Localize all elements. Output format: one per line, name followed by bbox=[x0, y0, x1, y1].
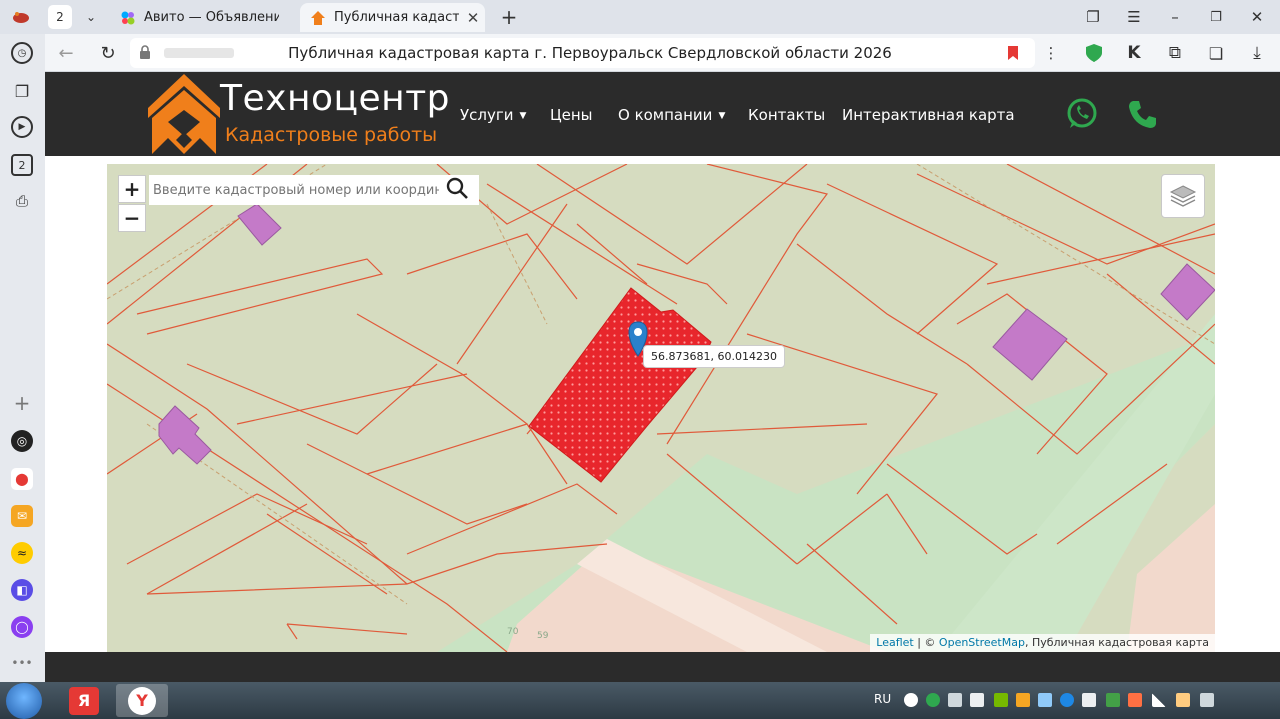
yandex-ya-icon: Я bbox=[69, 686, 99, 715]
language-indicator[interactable]: RU bbox=[874, 692, 891, 706]
screenshot-icon[interactable]: ⎙ bbox=[11, 190, 33, 212]
restore-icon[interactable]: ❐ bbox=[1203, 4, 1229, 30]
tab-cadastral-map[interactable]: Публичная кадастрова ✕ bbox=[300, 3, 485, 32]
network-signal-icon[interactable] bbox=[1152, 693, 1166, 707]
messenger-icon[interactable]: ◧ bbox=[11, 579, 33, 601]
coordinates-tooltip: 56.873681, 60.014230 bbox=[643, 345, 785, 368]
nav-services[interactable]: Услуги ▼ bbox=[460, 106, 526, 124]
tray-shield-icon[interactable] bbox=[926, 693, 940, 707]
avito-favicon-icon bbox=[120, 10, 136, 26]
tab-counter-button[interactable]: 2 bbox=[48, 5, 72, 29]
new-tab-button[interactable]: + bbox=[496, 4, 522, 30]
browser-sidebar: ◷ ❐ ▶ 2 ⎙ + ◎ ⬤ ✉ ≈ ◧ ◯ ••• bbox=[0, 34, 45, 682]
tray-keyboard-icon[interactable] bbox=[1038, 693, 1052, 707]
caret-down-icon: ▼ bbox=[519, 111, 527, 121]
tray-monitor-icon[interactable] bbox=[948, 693, 962, 707]
collections-icon[interactable]: ❏ bbox=[1203, 40, 1229, 66]
add-panel-icon[interactable]: + bbox=[11, 391, 33, 415]
logo-title[interactable]: Техноцентр bbox=[220, 78, 450, 119]
download-icon[interactable]: ⤓ bbox=[1244, 40, 1270, 66]
page-title-in-address: Публичная кадастровая карта г. Первоурал… bbox=[288, 44, 892, 62]
browser-menu-icon[interactable] bbox=[8, 4, 34, 30]
more-options-icon[interactable]: ⋮ bbox=[1038, 40, 1064, 66]
start-button-icon[interactable] bbox=[6, 683, 42, 719]
whatsapp-icon[interactable] bbox=[1066, 98, 1098, 134]
nav-prices[interactable]: Цены bbox=[550, 106, 593, 124]
reload-icon[interactable]: ↻ bbox=[95, 40, 121, 66]
cadastral-search-input[interactable] bbox=[149, 177, 439, 203]
tab-title: Публичная кадастрова bbox=[334, 10, 459, 25]
zoom-out-button[interactable]: − bbox=[118, 204, 146, 232]
yandex-browser-icon: Y bbox=[128, 686, 156, 715]
tray-cup-icon[interactable] bbox=[1176, 693, 1190, 707]
chevron-down-icon[interactable]: ⌄ bbox=[78, 4, 104, 30]
lock-icon[interactable] bbox=[138, 44, 152, 64]
collections-icon[interactable]: ❐ bbox=[11, 80, 33, 102]
site-domain-blurred bbox=[164, 48, 234, 58]
site-header: Техноцентр Кадастровые работы Услуги ▼ Це… bbox=[45, 72, 1280, 156]
nav-contacts[interactable]: Контакты bbox=[748, 106, 825, 124]
address-bar[interactable]: Публичная кадастровая карта г. Первоурал… bbox=[130, 38, 1035, 68]
alice-assistant-icon[interactable]: ◯ bbox=[11, 616, 33, 638]
maps-pin-icon[interactable]: ⬤ bbox=[11, 468, 33, 490]
menu-icon[interactable]: ☰ bbox=[1121, 4, 1147, 30]
protect-shield-icon[interactable] bbox=[1081, 40, 1107, 66]
more-apps-icon[interactable]: ••• bbox=[11, 652, 33, 674]
tray-device-icon[interactable] bbox=[1082, 693, 1096, 707]
extensions-puzzle-icon[interactable]: ⧉ bbox=[1162, 40, 1188, 66]
cadastral-search-box bbox=[149, 175, 479, 205]
tray-yandex-icon[interactable] bbox=[904, 693, 918, 707]
back-arrow-icon[interactable]: ← bbox=[53, 40, 79, 66]
tray-app-icon[interactable] bbox=[1016, 693, 1030, 707]
cadastral-map[interactable]: 70 59 + − 56.873681, 60.014230 Leaflet |… bbox=[107, 164, 1215, 652]
alice-app-icon[interactable]: ◎ bbox=[11, 430, 33, 452]
technocenter-logo-icon[interactable] bbox=[148, 74, 220, 160]
volume-icon[interactable] bbox=[1200, 693, 1214, 707]
map-attribution: Leaflet | © OpenStreetMap, Публичная кад… bbox=[870, 634, 1215, 652]
bookmark-panel-icon[interactable]: ❐ bbox=[1080, 4, 1106, 30]
extension-k-icon[interactable]: K bbox=[1121, 40, 1147, 66]
svg-text:70: 70 bbox=[507, 627, 519, 637]
tray-shield-2-icon[interactable] bbox=[1106, 693, 1120, 707]
web-page: Техноцентр Кадастровые работы Услуги ▼ Це… bbox=[45, 72, 1280, 682]
zoom-in-button[interactable]: + bbox=[118, 175, 146, 203]
nav-interactive-map[interactable]: Интерактивная карта bbox=[842, 106, 1015, 124]
page-footer-strip bbox=[45, 652, 1280, 682]
map-tiles[interactable]: 70 59 bbox=[107, 164, 1215, 652]
close-tab-icon[interactable]: ✕ bbox=[465, 9, 481, 27]
taskbar-yandex-app[interactable]: Я bbox=[58, 684, 110, 717]
market-icon[interactable]: ≈ bbox=[11, 542, 33, 564]
svg-text:59: 59 bbox=[537, 631, 549, 641]
layers-control-icon[interactable] bbox=[1161, 174, 1205, 218]
tray-orange-icon[interactable] bbox=[1128, 693, 1142, 707]
close-window-icon[interactable]: ✕ bbox=[1244, 4, 1270, 30]
browser-toolbar: ← ↻ Публичная кадастровая карта г. Перво… bbox=[45, 34, 1280, 72]
technocenter-favicon-icon bbox=[310, 10, 326, 26]
tray-flag-icon[interactable] bbox=[970, 693, 984, 707]
tray-nvidia-icon[interactable] bbox=[994, 693, 1008, 707]
bookmark-icon[interactable] bbox=[1007, 45, 1019, 65]
windows-taskbar: Я Y RU bbox=[0, 682, 1280, 719]
history-clock-icon[interactable]: ◷ bbox=[11, 42, 33, 64]
taskbar-yandex-browser[interactable]: Y bbox=[116, 684, 168, 717]
logo-subtitle: Кадастровые работы bbox=[225, 124, 438, 146]
osm-link[interactable]: OpenStreetMap bbox=[939, 636, 1025, 649]
bluetooth-icon[interactable] bbox=[1060, 693, 1074, 707]
browser-tab-bar: 2 ⌄ Авито — Объявления на с Публичная ка… bbox=[0, 0, 1280, 34]
leaflet-link[interactable]: Leaflet bbox=[876, 636, 913, 649]
play-icon[interactable]: ▶ bbox=[11, 116, 33, 138]
nav-about[interactable]: О компании ▼ bbox=[618, 106, 725, 124]
minimize-icon[interactable]: – bbox=[1162, 4, 1188, 30]
tab-avito[interactable]: Авито — Объявления на с bbox=[110, 3, 300, 32]
tab-title: Авито — Объявления на с bbox=[144, 10, 279, 25]
caret-down-icon: ▼ bbox=[718, 111, 726, 121]
search-icon[interactable] bbox=[445, 176, 469, 204]
phone-icon[interactable] bbox=[1127, 98, 1159, 134]
tab-count-badge[interactable]: 2 bbox=[11, 154, 33, 176]
mail-icon[interactable]: ✉ bbox=[11, 505, 33, 527]
